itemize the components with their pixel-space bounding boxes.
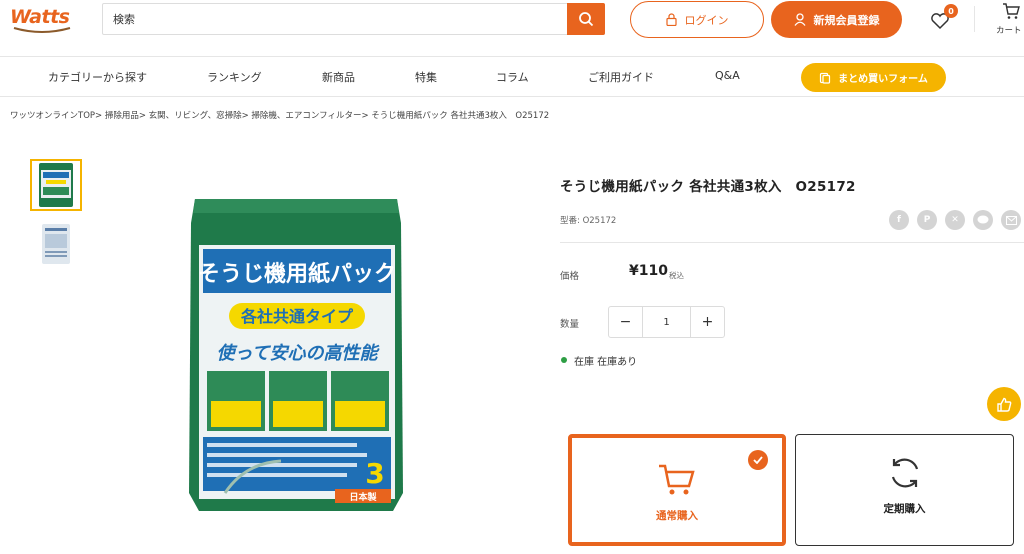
cart-button[interactable]: カート (996, 0, 1024, 40)
wishlist-button[interactable]: 0 (930, 4, 958, 32)
user-icon (793, 13, 806, 26)
header: Watts ログイン 新規会員登録 0 カート (0, 0, 1024, 57)
stock-status-dot (561, 357, 567, 363)
package-made-in-text: 日本製 (349, 491, 377, 503)
search-icon (579, 12, 594, 27)
info-divider (560, 242, 1024, 243)
product-sku: 型番: O25172 (560, 216, 617, 226)
selected-check (748, 450, 768, 470)
like-floating-button[interactable] (987, 387, 1021, 421)
tax-label: 税込 (669, 271, 684, 280)
register-label: 新規会員登録 (813, 13, 880, 27)
search-button[interactable] (567, 3, 605, 35)
purchase-option-subscription[interactable]: 定期購入 (795, 434, 1014, 546)
pinterest-icon: P (923, 215, 931, 225)
nav-item-features[interactable]: 特集 (415, 69, 437, 85)
price-label: 価格 (560, 271, 580, 282)
share-line-button[interactable] (973, 210, 993, 230)
purchase-option-subscription-label: 定期購入 (883, 503, 926, 515)
breadcrumb[interactable]: ワッツオンラインTOP> 掃除用品> 玄関、リビング、窓掃除> 掃除機、エアコン… (10, 109, 549, 121)
x-icon: ✕ (951, 215, 959, 225)
wishlist-count-badge: 0 (944, 4, 958, 18)
quantity-decrease-button[interactable]: − (609, 307, 642, 337)
product-main-image[interactable]: そうじ機用紙パック 各社共通タイプ 使って安心の高性能 3 日本製 (185, 193, 407, 516)
cart-icon (1003, 3, 1020, 19)
product-title: そうじ機用紙パック 各社共通3枚入 O25172 (560, 179, 856, 195)
purchase-option-normal-label: 通常購入 (656, 510, 698, 522)
check-icon (753, 456, 763, 464)
register-button[interactable]: 新規会員登録 (771, 1, 902, 38)
nav-item-ranking[interactable]: ランキング (207, 69, 262, 85)
bulk-order-label: まとめ買いフォーム (838, 74, 928, 85)
stock-status-text: 在庫 在庫あり (574, 357, 638, 368)
thumbnail-package-back-image (42, 224, 70, 264)
mail-icon (1005, 215, 1017, 225)
nav-item-new-products[interactable]: 新商品 (322, 69, 355, 85)
quantity-label: 数量 (560, 319, 580, 330)
bulk-order-icon (820, 72, 831, 84)
header-divider (974, 6, 975, 32)
quantity-input[interactable]: 1 (642, 307, 691, 337)
product-thumbnail-2[interactable] (30, 218, 82, 270)
cart-outline-icon (659, 464, 695, 495)
logo[interactable]: Watts (10, 6, 80, 38)
share-facebook-button[interactable]: f (889, 210, 909, 230)
nav-item-guide[interactable]: ご利用ガイド (588, 69, 654, 85)
nav-item-categories[interactable]: カテゴリーから探す (48, 69, 147, 85)
quantity-stepper: − 1 + (608, 306, 725, 338)
like-icon (997, 397, 1012, 412)
package-illustration: そうじ機用紙パック 各社共通タイプ 使って安心の高性能 3 日本製 (189, 199, 403, 511)
lock-icon (665, 13, 677, 26)
product-price: ¥110 (629, 263, 668, 279)
bulk-order-button[interactable]: まとめ買いフォーム (801, 63, 946, 92)
logo-text: Watts (10, 6, 70, 28)
nav-item-faq[interactable]: Q&A (715, 69, 740, 82)
facebook-icon: f (897, 215, 901, 225)
search-bar (102, 3, 605, 35)
nav-item-column[interactable]: コラム (496, 69, 529, 85)
main-nav: カテゴリーから探す ランキング 新商品 特集 コラム ご利用ガイド Q&A まと… (0, 57, 1024, 97)
share-mail-button[interactable] (1001, 210, 1021, 230)
package-headline-text: そうじ機用紙パック (198, 261, 396, 287)
thumbnail-package-image (39, 163, 73, 207)
refresh-icon (891, 458, 919, 488)
login-label: ログイン (684, 13, 729, 27)
product-thumbnail-1[interactable] (30, 159, 82, 211)
share-pinterest-button[interactable]: P (917, 210, 937, 230)
cart-label: カート (996, 26, 1022, 36)
purchase-option-normal[interactable]: 通常購入 (568, 434, 786, 546)
package-count-text: 3 (365, 457, 384, 490)
search-input[interactable] (103, 4, 569, 34)
line-icon (977, 215, 989, 224)
quantity-increase-button[interactable]: + (691, 307, 724, 337)
logo-swoosh-icon (13, 27, 71, 33)
package-tagline-text: 使って安心の高性能 (216, 343, 380, 364)
package-sub-text: 各社共通タイプ (240, 307, 354, 326)
share-x-button[interactable]: ✕ (945, 210, 965, 230)
login-button[interactable]: ログイン (630, 1, 764, 38)
